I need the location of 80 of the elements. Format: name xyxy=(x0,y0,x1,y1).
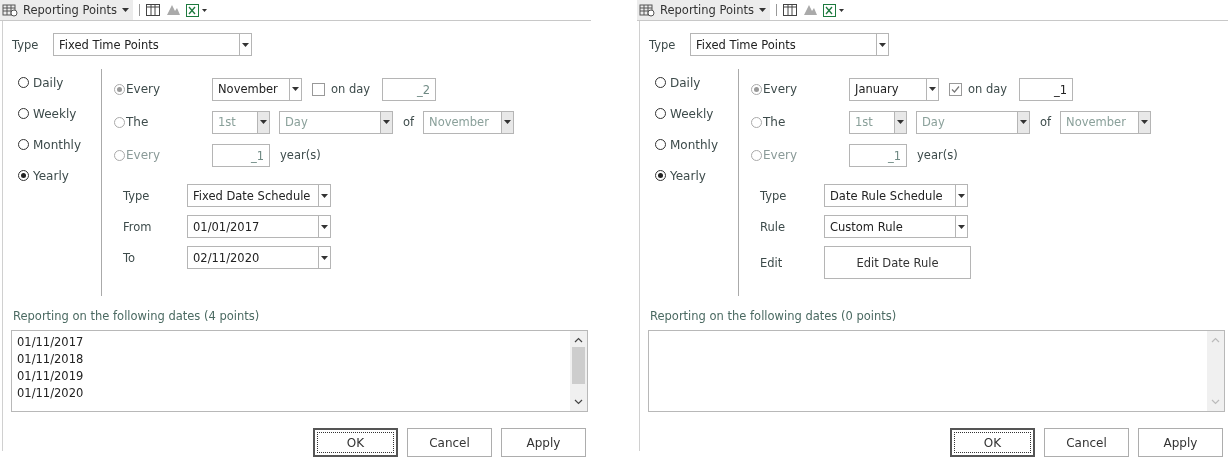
every-month-radio[interactable]: Every xyxy=(751,82,849,96)
caret-icon xyxy=(383,120,390,124)
caret-icon xyxy=(879,42,886,47)
dialog-button[interactable]: OK xyxy=(950,428,1035,457)
the-radio[interactable]: The xyxy=(751,115,849,129)
frequency-radio[interactable]: Monthly xyxy=(18,136,82,153)
schedule-dropdown[interactable]: Date Rule Schedule xyxy=(824,184,968,207)
caret-icon xyxy=(759,8,767,12)
every-month-radio[interactable]: Every xyxy=(114,82,212,96)
scroll-up-icon[interactable] xyxy=(574,337,583,343)
schedule-dropdown[interactable]: Fixed Date Schedule xyxy=(187,184,331,207)
month-dropdown[interactable]: January xyxy=(849,77,939,101)
spreadsheet-icon[interactable] xyxy=(186,3,209,17)
schedule-label: Type xyxy=(760,188,788,203)
frequency-radio[interactable]: Yearly xyxy=(18,167,69,184)
dates-heading: Reporting on the following dates (0 points) xyxy=(650,309,897,323)
table-clock-icon xyxy=(639,3,655,17)
tab[interactable]: Reporting Points xyxy=(637,0,771,20)
table-clock-icon xyxy=(2,3,18,17)
frequency-radio[interactable]: Weekly xyxy=(655,105,714,122)
schedule-dropdown[interactable]: 01/01/2017 xyxy=(187,215,331,238)
date-item[interactable]: 01/11/2018 xyxy=(17,351,84,368)
caret-icon xyxy=(1141,120,1149,124)
schedule-label: Rule xyxy=(760,219,787,234)
caret-icon xyxy=(897,120,904,124)
type-label: Type xyxy=(12,37,40,52)
caret-icon xyxy=(122,8,130,12)
date-item[interactable]: 01/11/2020 xyxy=(17,385,84,402)
years-unit-label: year(s) xyxy=(917,148,958,162)
scroll-down-icon[interactable] xyxy=(574,399,583,405)
caret-icon xyxy=(1020,120,1027,124)
edit-rule-button[interactable]: Edit Date Rule xyxy=(824,246,971,279)
schedule-label: From xyxy=(123,219,153,234)
schedule-label: Type xyxy=(123,188,151,203)
month-dropdown[interactable]: November xyxy=(212,77,302,101)
the-radio[interactable]: The xyxy=(114,115,212,129)
of-label: of xyxy=(1040,115,1052,129)
schedule-dropdown[interactable]: 02/11/2020 xyxy=(187,246,331,269)
on-day-checkbox[interactable]: on day xyxy=(949,82,1009,96)
dates-heading: Reporting on the following dates (4 points) xyxy=(13,309,260,323)
caret-icon xyxy=(958,224,965,229)
caret-icon xyxy=(504,120,512,124)
caret-icon xyxy=(260,120,267,124)
caret-icon xyxy=(321,224,328,229)
frequency-radio[interactable]: Weekly xyxy=(18,105,77,122)
on-day-checkbox[interactable]: on day xyxy=(312,82,372,96)
schedule-dropdown[interactable]: Custom Rule xyxy=(824,215,968,238)
frequency-radio[interactable]: Monthly xyxy=(655,136,719,153)
years-unit-label: year(s) xyxy=(280,148,321,162)
frequency-radio[interactable]: Yearly xyxy=(655,167,706,184)
frequency-radio[interactable]: Daily xyxy=(18,74,64,91)
frequency-radio[interactable]: Daily xyxy=(655,74,701,91)
schedule-label: Edit xyxy=(760,255,784,270)
columns-icon[interactable] xyxy=(146,4,161,16)
schedule-label: To xyxy=(123,250,137,265)
caret-icon xyxy=(929,87,936,91)
dialog-button[interactable]: OK xyxy=(313,428,398,457)
years-field[interactable]: _1 xyxy=(849,143,907,167)
dialog-button[interactable]: Cancel xyxy=(407,428,492,457)
day-field[interactable]: _2 xyxy=(382,77,436,101)
date-item[interactable]: 01/11/2017 xyxy=(17,334,84,351)
caret-icon xyxy=(242,42,249,47)
of-label: of xyxy=(403,115,415,129)
spreadsheet-icon[interactable] xyxy=(823,3,846,17)
scrollbar-thumb[interactable] xyxy=(572,347,585,384)
caret-icon xyxy=(321,255,328,260)
caret-icon xyxy=(958,193,965,198)
day-field[interactable]: _1 xyxy=(1019,77,1073,101)
caret-icon xyxy=(292,87,299,91)
caret-icon xyxy=(321,193,328,198)
dialog-button[interactable]: Apply xyxy=(1138,428,1223,457)
dialog-button[interactable]: Apply xyxy=(501,428,586,457)
tab[interactable]: Reporting Points xyxy=(0,0,134,20)
type-dropdown[interactable]: Fixed Time Points xyxy=(53,33,252,56)
type-dropdown[interactable]: Fixed Time Points xyxy=(690,33,889,56)
type-label: Type xyxy=(649,37,677,52)
dialog-button[interactable]: Cancel xyxy=(1044,428,1129,457)
columns-icon[interactable] xyxy=(783,4,798,16)
years-field[interactable]: _1 xyxy=(212,143,270,167)
date-item[interactable]: 01/11/2019 xyxy=(17,368,84,385)
